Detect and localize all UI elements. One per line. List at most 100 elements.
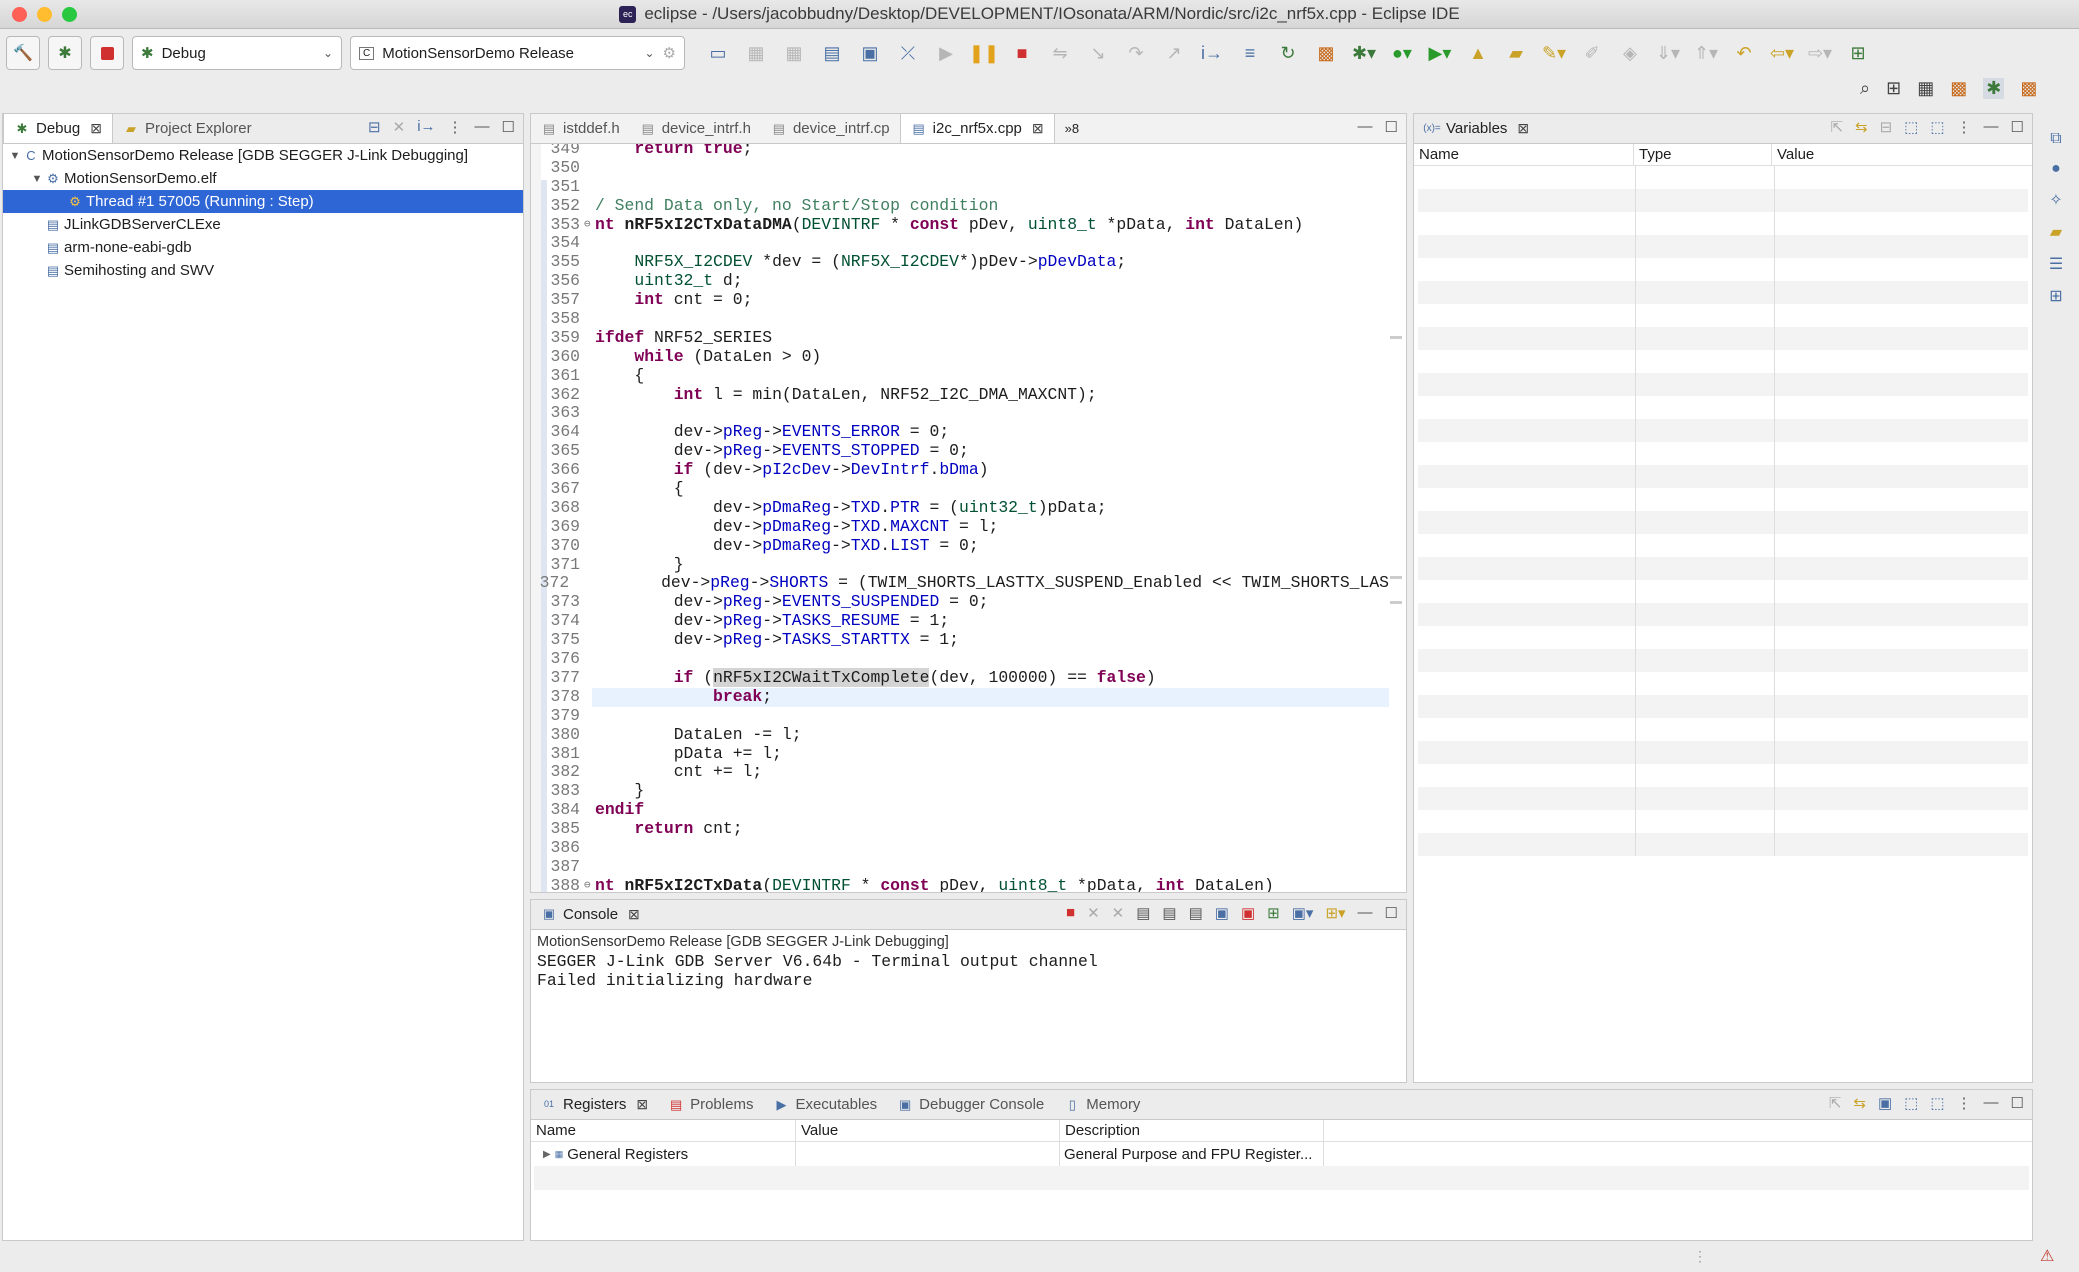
twisty-icon[interactable]: ▼ — [29, 173, 45, 185]
close-window-button[interactable] — [12, 7, 27, 22]
binary-icon[interactable]: ▤ — [815, 38, 849, 68]
fold-icon[interactable] — [584, 820, 592, 839]
run-icon[interactable]: ●▾ — [1385, 38, 1419, 68]
minimize-icon[interactable]: — — [1984, 118, 1999, 136]
open-folder-icon[interactable]: ▰ — [1499, 38, 1533, 68]
open-new-view-icon[interactable]: ⬚ — [1904, 1094, 1918, 1112]
fold-icon[interactable] — [584, 612, 592, 631]
code-line[interactable]: 382 cnt += l; — [531, 762, 1389, 782]
fold-icon[interactable] — [584, 159, 592, 178]
code-line[interactable]: 371 } — [531, 555, 1389, 575]
fold-icon[interactable] — [584, 669, 592, 688]
resume-icon[interactable]: ▶ — [929, 38, 963, 68]
code-line[interactable]: 366 if (dev->pI2cDev->DevIntrf.bDma) — [531, 460, 1389, 480]
terminate-icon[interactable]: ■ — [1066, 904, 1075, 922]
open-type-icon[interactable]: ▲ — [1461, 38, 1495, 68]
fold-icon[interactable] — [584, 782, 592, 801]
maximize-icon[interactable]: ☐ — [1385, 904, 1398, 922]
display-icon[interactable]: ▣ — [853, 38, 887, 68]
fold-icon[interactable] — [584, 763, 592, 782]
code-line[interactable]: 362 int l = min(DataLen, NRF52_I2C_DMA_M… — [531, 385, 1389, 405]
word-wrap-icon[interactable]: ▤ — [1189, 904, 1203, 922]
column-value[interactable]: Value — [1772, 144, 2032, 165]
show-type-icon[interactable]: ⇱ — [1829, 1094, 1842, 1112]
clear-console-icon[interactable]: ▤ — [1136, 904, 1150, 922]
fold-icon[interactable] — [584, 367, 592, 386]
tree-item[interactable]: ▼ C MotionSensorDemo Release [GDB SEGGER J… — [3, 144, 523, 167]
restore-icon[interactable]: ⧉ — [2050, 130, 2061, 148]
launch-config-select[interactable]: C MotionSensorDemo Release ⌄ ⚙ — [350, 36, 685, 70]
table-row[interactable]: ▶ ▦ General Registers General Purpose an… — [531, 1142, 2032, 1166]
save-all-icon[interactable]: ▦ — [777, 38, 811, 68]
close-icon[interactable]: ⊠ — [636, 1096, 648, 1113]
open-perspective-icon[interactable]: ⊞ — [1886, 78, 1901, 99]
code-line[interactable]: 351 — [531, 177, 1389, 197]
code-line[interactable]: 372 dev->pReg->SHORTS = (TWIM_SHORTS_LAS… — [531, 574, 1389, 593]
code-line[interactable]: 379 — [531, 706, 1389, 726]
code-line[interactable]: 360 while (DataLen > 0) — [531, 347, 1389, 367]
fold-icon[interactable] — [584, 480, 592, 499]
minimize-icon[interactable]: — — [1358, 118, 1373, 136]
hierarchy-icon[interactable]: ⊞ — [2049, 286, 2062, 306]
code-line[interactable]: 368 dev->pDmaReg->TXD.PTR = (uint32_t)pD… — [531, 498, 1389, 518]
pin-icon[interactable]: ⬚ — [1930, 118, 1944, 136]
code-line[interactable]: 359 ifdef NRF52_SERIES — [531, 328, 1389, 348]
external-tools-icon[interactable]: ▶▾ — [1423, 38, 1457, 68]
fold-icon[interactable] — [584, 461, 592, 480]
column-value[interactable]: Value — [796, 1120, 1060, 1141]
fold-icon[interactable] — [584, 253, 592, 272]
resource-perspective-icon[interactable]: ▩ — [2020, 78, 2037, 99]
code-line[interactable]: 358 — [531, 309, 1389, 329]
disconnect-icon[interactable]: ⇋ — [1043, 38, 1077, 68]
show-on-error-icon[interactable]: ▣ — [1241, 904, 1255, 922]
close-icon[interactable]: ⊠ — [1032, 120, 1044, 137]
tab-console[interactable]: ▣ Console ⊠ — [531, 900, 650, 929]
pencil-icon[interactable]: ✎▾ — [1537, 38, 1571, 68]
tree-item[interactable]: ▤ Semihosting and SWV — [3, 259, 523, 282]
terminate-icon[interactable]: ■ — [1005, 38, 1039, 68]
fold-icon[interactable] — [584, 556, 592, 575]
maximize-icon[interactable]: ☐ — [1385, 118, 1398, 136]
c-cpp-perspective-icon[interactable]: ▦ — [1917, 78, 1934, 99]
peripherals-perspective-icon[interactable]: ▩ — [1950, 78, 1967, 99]
code-line[interactable]: 364 dev->pReg->EVENTS_ERROR = 0; — [531, 422, 1389, 442]
prev-annotation-icon[interactable]: ⇑▾ — [1689, 38, 1723, 68]
fold-icon[interactable] — [584, 839, 592, 858]
display-console-icon[interactable]: ▣▾ — [1292, 904, 1314, 922]
fold-icon[interactable] — [584, 404, 592, 423]
open-new-view-icon[interactable]: ⬚ — [1904, 118, 1918, 136]
fold-icon[interactable] — [584, 745, 592, 764]
show-on-output-icon[interactable]: ▣ — [1215, 904, 1229, 922]
collapse-all-icon[interactable]: ⊟ — [368, 118, 381, 136]
step-mode-icon[interactable]: i→ — [417, 118, 435, 136]
code-editor[interactable]: 349 return true; 350 351 352/ Send Data onl… — [531, 144, 1389, 892]
tree-item[interactable]: ▼ ⚙ MotionSensorDemo.elf — [3, 167, 523, 190]
tab-problems[interactable]: ▤ Problems — [658, 1090, 763, 1119]
fold-icon[interactable] — [584, 291, 592, 310]
code-line[interactable]: 376 — [531, 649, 1389, 669]
outline-icon[interactable]: ☰ — [2049, 254, 2063, 274]
column-description[interactable]: Description — [1060, 1120, 1324, 1141]
debug-bug-button[interactable]: ✱ — [48, 36, 82, 70]
remove-all-icon[interactable]: ✕ — [1112, 904, 1125, 922]
tab-registers[interactable]: 01 Registers ⊠ — [531, 1090, 659, 1119]
fold-icon[interactable] — [584, 197, 592, 216]
remove-terminated-icon[interactable]: ✕ — [393, 118, 406, 136]
peripherals-icon[interactable]: ▩ — [1309, 38, 1343, 68]
tab-debugger-console[interactable]: ▣ Debugger Console — [887, 1090, 1054, 1119]
code-line[interactable]: 383 } — [531, 781, 1389, 801]
code-line[interactable]: 388 ⊖ nt nRF5xI2CTxData(DEVINTRF * const p… — [531, 876, 1389, 892]
pin-icon[interactable]: ⬚ — [1930, 1094, 1944, 1112]
minimize-icon[interactable]: — — [1984, 1094, 1999, 1112]
fold-icon[interactable] — [584, 688, 592, 707]
suspend-icon[interactable]: ❚❚ — [967, 38, 1001, 68]
code-line[interactable]: 380 DataLen -= l; — [531, 725, 1389, 745]
layout-icon[interactable]: ▣ — [1878, 1094, 1892, 1112]
code-line[interactable]: 378 break; — [531, 687, 1389, 707]
tab-editor-device-intrf-cp[interactable]: ▤ device_intrf.cp — [761, 114, 900, 143]
console-icon[interactable]: ≡ — [1233, 38, 1267, 68]
fold-icon[interactable] — [584, 518, 592, 537]
tab-editor-istddef[interactable]: ▤ istddef.h — [531, 114, 630, 143]
console-content[interactable]: MotionSensorDemo Release [GDB SEGGER J-L… — [531, 930, 1406, 994]
build-hammer-button[interactable]: 🔨 — [6, 36, 40, 70]
